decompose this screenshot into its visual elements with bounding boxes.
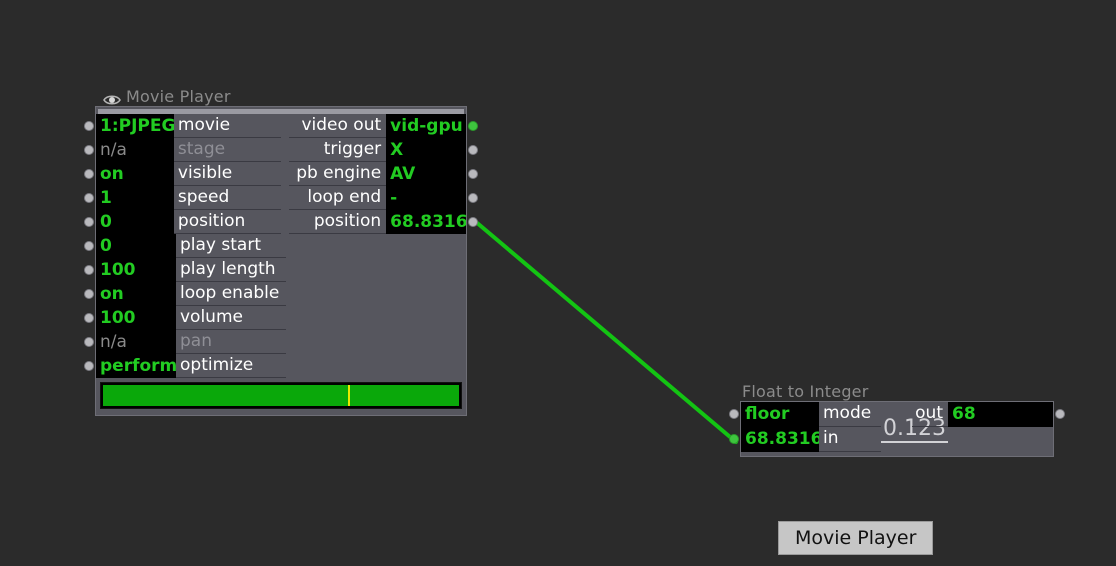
node-movie-player[interactable]: Movie Player 1:PJPEG movie video out vid-gp… <box>84 86 478 416</box>
input-value-volume[interactable]: 100 <box>96 306 176 330</box>
output-label-trigger: trigger <box>288 138 387 162</box>
input-port-pan[interactable] <box>84 337 94 347</box>
output-value-loop-end: - <box>386 186 466 210</box>
parameter-row: on visible pb engine AV <box>84 162 478 186</box>
input-port-optimize[interactable] <box>84 361 94 371</box>
progress-fill <box>103 385 459 406</box>
f2i-in-value[interactable]: 68.8316 <box>741 427 819 452</box>
f2i-row-in: 68.8316 in <box>729 427 881 452</box>
input-port-speed[interactable] <box>84 193 94 203</box>
node-float-to-integer[interactable]: Float to Integer floor mode 68.8316 in 0… <box>729 381 1065 457</box>
parameter-row: 0 position position 68.8316 <box>84 210 478 234</box>
parameter-row: n/a stage trigger X <box>84 138 478 162</box>
row-spacer <box>281 210 289 234</box>
output-port-pb-engine[interactable] <box>468 169 478 179</box>
f2i-out-label: out <box>912 402 948 427</box>
input-value-visible[interactable]: on <box>96 162 174 186</box>
parameter-row: 100 play length <box>84 258 466 282</box>
f2i-port-in-value[interactable] <box>729 434 739 444</box>
input-label-visible: visible <box>173 162 281 186</box>
input-port-volume[interactable] <box>84 313 94 323</box>
f2i-port-out[interactable] <box>1055 409 1065 419</box>
output-port-trigger[interactable] <box>468 145 478 155</box>
input-value-position[interactable]: 0 <box>96 210 174 234</box>
output-label-loop-end: loop end <box>288 186 387 210</box>
node-body: 1:PJPEG movie video out vid-gpu n/a stage trig… <box>84 106 478 416</box>
input-label-volume: volume <box>176 306 286 330</box>
output-value-position: 68.8316 <box>386 210 466 234</box>
input-label-play-length: play length <box>176 258 286 282</box>
parameter-row: on loop enable <box>84 282 466 306</box>
input-value-stage[interactable]: n/a <box>96 138 174 162</box>
input-label-pan: pan <box>176 330 286 354</box>
eye-icon[interactable] <box>103 91 121 105</box>
input-value-speed[interactable]: 1 <box>96 186 174 210</box>
input-port-position[interactable] <box>84 217 94 227</box>
f2i-grid: floor mode 68.8316 in 0.123 out 68 <box>729 402 1065 456</box>
input-label-speed: speed <box>173 186 281 210</box>
output-port-position[interactable] <box>468 217 478 227</box>
tooltip-movie-player: Movie Player <box>778 521 934 555</box>
row-spacer <box>281 162 289 186</box>
node-title-label: Movie Player <box>126 86 231 106</box>
input-port-stage[interactable] <box>84 145 94 155</box>
input-label-stage: stage <box>173 138 281 162</box>
parameter-row: 1 speed loop end - <box>84 186 478 210</box>
f2i-row-out: out 68 <box>912 402 1065 427</box>
input-label-optimize: optimize <box>176 354 286 378</box>
node-body-f2i: floor mode 68.8316 in 0.123 out 68 <box>729 401 1065 457</box>
f2i-mode-label: mode <box>819 402 881 427</box>
input-value-pan[interactable]: n/a <box>96 330 176 354</box>
f2i-out-value: 68 <box>948 402 1053 427</box>
output-value-video-out: vid-gpu <box>386 114 466 138</box>
f2i-in-label: in <box>819 427 881 452</box>
tooltip-label: Movie Player <box>795 527 917 549</box>
output-label-pb-engine: pb engine <box>288 162 387 186</box>
parameter-row: 100 volume <box>84 306 466 330</box>
row-spacer <box>281 186 289 210</box>
node-title-bar-f2i[interactable]: Float to Integer <box>740 381 1054 401</box>
parameter-row: performanceoptimize <box>84 354 466 378</box>
parameter-row: 0 play start <box>84 234 466 258</box>
f2i-mode-value[interactable]: floor <box>741 402 819 427</box>
f2i-port-in-mode[interactable] <box>729 409 739 419</box>
parameter-rows: 1:PJPEG movie video out vid-gpu n/a stage trig… <box>84 114 478 378</box>
input-port-play-length[interactable] <box>84 265 94 275</box>
input-port-loop-enable[interactable] <box>84 289 94 299</box>
output-port-video-out[interactable] <box>468 121 478 131</box>
input-port-play-start[interactable] <box>84 241 94 251</box>
input-port-movie[interactable] <box>84 121 94 131</box>
output-value-trigger: X <box>386 138 466 162</box>
wire-position-to-in <box>474 220 738 444</box>
input-value-movie[interactable]: 1:PJPEG <box>96 114 174 138</box>
output-label-position: position <box>288 210 387 234</box>
input-value-play-length[interactable]: 100 <box>96 258 176 282</box>
input-port-visible[interactable] <box>84 169 94 179</box>
parameter-row: n/a pan <box>84 330 466 354</box>
output-label-video-out: video out <box>288 114 387 138</box>
parameter-row: 1:PJPEG movie video out vid-gpu <box>84 114 478 138</box>
node-title-bar[interactable]: Movie Player <box>95 86 467 106</box>
row-spacer <box>281 114 289 138</box>
input-value-optimize[interactable]: performance <box>96 354 176 378</box>
input-label-movie: movie <box>173 114 281 138</box>
output-port-loop-end[interactable] <box>468 193 478 203</box>
input-value-play-start[interactable]: 0 <box>96 234 176 258</box>
input-value-loop-enable[interactable]: on <box>96 282 176 306</box>
input-label-play-start: play start <box>176 234 286 258</box>
input-label-loop-enable: loop enable <box>176 282 286 306</box>
playback-progress-bar[interactable] <box>100 382 462 409</box>
f2i-row-mode: floor mode <box>729 402 881 427</box>
progress-playhead-marker[interactable] <box>347 385 350 406</box>
input-label-position: position <box>173 210 281 234</box>
output-value-pb-engine: AV <box>386 162 466 186</box>
node-title-label-f2i: Float to Integer <box>742 381 869 401</box>
row-spacer <box>281 138 289 162</box>
